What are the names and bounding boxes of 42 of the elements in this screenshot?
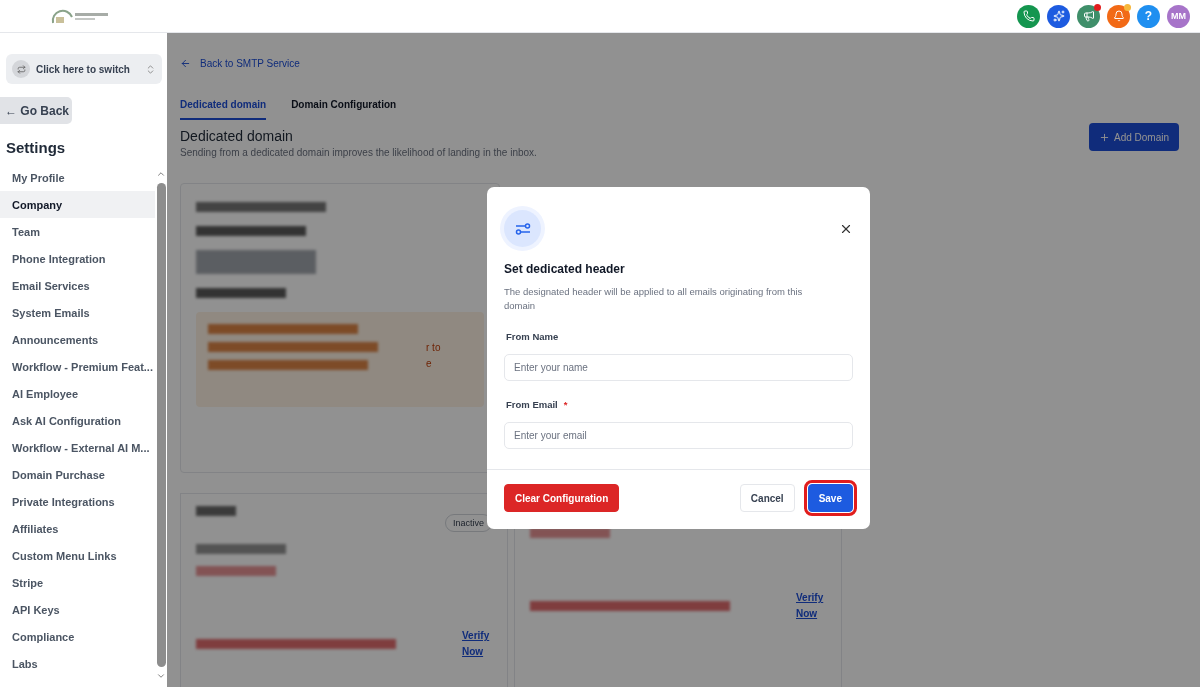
page-subheading: Sending from a dedicated domain improves the likelihood of landing in the inbox. <box>180 147 537 158</box>
clear-configuration-button[interactable]: Clear Configuration <box>504 484 620 512</box>
sidebar-item[interactable]: Private Integrations <box>0 488 155 515</box>
sidebar-item[interactable]: Domain Purchase <box>0 461 155 488</box>
verify-link[interactable]: Verify Now <box>462 628 492 660</box>
back-link[interactable]: Back to SMTP Service <box>180 58 300 69</box>
sidebar-title: Settings <box>6 139 67 156</box>
sidebar-item[interactable]: Email Services <box>0 272 155 299</box>
sidebar-item[interactable]: AI Employee <box>0 380 155 407</box>
sidebar-item[interactable]: Announcements <box>0 326 155 353</box>
avatar[interactable]: MM <box>1167 4 1190 28</box>
tab[interactable]: Dedicated domain <box>180 99 267 120</box>
cancel-button[interactable]: Cancel <box>739 484 795 512</box>
sidebar-item[interactable]: System Emails <box>0 299 155 326</box>
sidebar-item[interactable]: Phone Integration <box>0 245 155 272</box>
page-heading: Dedicated domain <box>180 128 294 144</box>
add-domain-button[interactable]: Add Domain <box>1088 123 1179 151</box>
verify-link[interactable]: Verify Now <box>796 590 826 622</box>
sidebar-item[interactable]: Ask AI Configuration <box>0 407 155 434</box>
sidebar-item[interactable]: Stripe <box>0 569 155 596</box>
warning-text: r to <box>426 342 441 353</box>
sidebar-item[interactable]: Company <box>0 191 155 218</box>
tab[interactable]: Domain Configuration <box>291 99 397 120</box>
go-back-button[interactable]: ← Go Back <box>0 97 72 124</box>
sidebar-item[interactable]: Compliance <box>0 623 155 650</box>
account-switcher[interactable]: Click here to switch <box>6 54 162 84</box>
sidebar-item[interactable]: My Profile <box>0 164 155 191</box>
sidebar-item[interactable]: Custom Menu Links <box>0 542 155 569</box>
sidebar-item[interactable]: Affiliates <box>0 515 155 542</box>
sidebar-item[interactable]: Workflow - External AI M... <box>0 434 155 461</box>
field-label: From Email <box>506 399 558 410</box>
input-field[interactable]: Enter your email <box>504 422 853 449</box>
field-label: From Name <box>506 331 559 342</box>
warning-text: e <box>426 358 432 369</box>
input-field[interactable]: Enter your name <box>504 354 853 381</box>
sidebar-item[interactable]: API Keys <box>0 596 155 623</box>
required-mark: * <box>563 399 568 410</box>
sidebar-item[interactable]: Workflow - Premium Feat... <box>0 353 155 380</box>
sidebar-item[interactable]: Labs <box>0 650 155 677</box>
dialog-title: Set dedicated header <box>504 262 626 276</box>
dialog-description: The designated header will be applied to all emails originating from this domain <box>504 285 804 313</box>
sidebar-item[interactable]: Team <box>0 218 155 245</box>
